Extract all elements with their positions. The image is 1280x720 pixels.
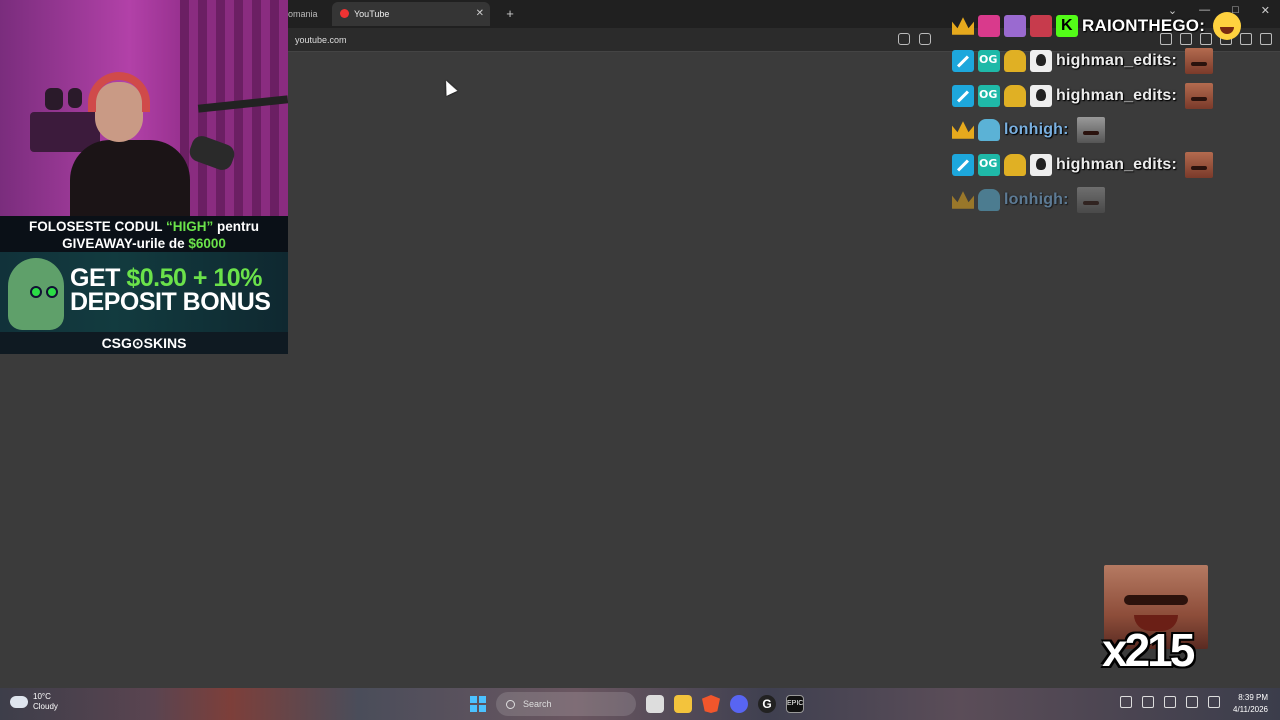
moderator-badge-icon (952, 154, 974, 176)
new-tab-button[interactable]: + (500, 4, 520, 24)
tab-partial[interactable]: omania (288, 4, 330, 24)
crown-badge-icon (952, 17, 974, 35)
microphone-tray-icon[interactable] (1164, 696, 1176, 708)
chat-message: lonhigh: (952, 115, 1105, 145)
ad-text: pentru (213, 219, 259, 234)
g-app-icon[interactable]: G (758, 695, 776, 713)
emote-icon (1185, 48, 1214, 74)
taskbar: 10°C Cloudy Search G EPIC 8:39 PM 4/11/2… (0, 688, 1280, 720)
weather-text: 10°C Cloudy (33, 692, 58, 712)
ad-code: “HIGH” (166, 219, 214, 234)
combo-count: x215 (1102, 624, 1195, 676)
menu-icon[interactable] (1260, 33, 1272, 45)
speaker-icon[interactable] (1142, 696, 1154, 708)
shield-icon[interactable] (1240, 33, 1252, 45)
task-view-icon[interactable] (646, 695, 664, 713)
cloud-icon (10, 696, 28, 708)
chat-username: highman_edits: (1056, 87, 1178, 104)
subscriber-badge-icon (1004, 50, 1026, 72)
laughing-emote-icon (1213, 12, 1242, 40)
share-icon[interactable] (919, 33, 931, 45)
chat-message: highman_edits: (952, 150, 1214, 180)
tab-close-button[interactable]: ✕ (476, 2, 484, 26)
display-icon[interactable] (1186, 696, 1198, 708)
moderator-badge-icon (952, 50, 974, 72)
close-window-button[interactable]: ✕ (1261, 4, 1270, 17)
tab-youtube[interactable]: YouTube ✕ (332, 2, 490, 26)
chat-message: RAIONTHEGO: (952, 11, 1242, 41)
og-badge-icon (978, 50, 1000, 72)
chat-username: lonhigh: (1004, 121, 1069, 138)
clock-time: 8:39 PM (1238, 693, 1268, 702)
chevron-up-icon[interactable] (1120, 696, 1132, 708)
brave-browser-icon[interactable] (702, 695, 720, 713)
weather-desc: Cloudy (33, 702, 58, 711)
search-placeholder: Search (523, 699, 552, 709)
mascot-eye (46, 286, 58, 298)
mascot-eye (30, 286, 42, 298)
search-icon (506, 699, 515, 709)
subscriber-badge-icon (1004, 85, 1026, 107)
crown-badge-icon (952, 191, 974, 209)
chat-username: lonhigh: (1004, 191, 1069, 208)
chat-message: highman_edits: (952, 46, 1214, 76)
chat-message: highman_edits: (952, 81, 1214, 111)
subscriber-badge-icon (1004, 154, 1026, 176)
sponsor-ad: FOLOSESTE CODUL “HIGH” pentru GIVEAWAY-u… (0, 216, 288, 354)
ad-headline: GET $0.50 + 10% (70, 264, 262, 292)
ad-text: FOLOSESTE CODUL (28, 219, 166, 234)
windows-start-icon[interactable] (470, 696, 486, 712)
ad-brand: CSG⊙SKINS (0, 332, 288, 354)
badge-icon (978, 15, 1000, 37)
weather-widget[interactable]: 10°C Cloudy (10, 692, 58, 712)
ad-top-text: FOLOSESTE CODUL “HIGH” pentru GIVEAWAY-u… (0, 216, 288, 252)
moderator-badge-icon (952, 85, 974, 107)
og-badge-icon (978, 154, 1000, 176)
taskbar-search[interactable]: Search (496, 692, 636, 716)
system-tray (1120, 696, 1220, 708)
ad-amount: $6000 (188, 236, 226, 251)
emote-icon (1076, 187, 1105, 213)
badge-icon (1004, 15, 1026, 37)
youtube-favicon-icon (340, 9, 349, 18)
ad-subheadline: DEPOSIT BONUS (70, 288, 271, 316)
avatar-badge-icon (1030, 154, 1052, 176)
emote-icon (1185, 83, 1214, 109)
streamer-body (70, 140, 190, 216)
volume-icon[interactable] (1208, 696, 1220, 708)
chat-username: RAIONTHEGO: (1082, 16, 1206, 35)
webcam-figure (68, 88, 82, 108)
taskbar-clock[interactable]: 8:39 PM 4/11/2026 (1233, 692, 1268, 716)
address-bar-icons (898, 33, 931, 45)
headset-icon (88, 72, 150, 112)
kick-badge-icon (1056, 15, 1078, 37)
ad-main: GET $0.50 + 10% DEPOSIT BONUS (0, 252, 288, 332)
crown-badge-icon (952, 121, 974, 139)
avatar-badge-icon (1030, 85, 1052, 107)
clock-date: 4/11/2026 (1233, 705, 1268, 714)
badge-icon (1030, 15, 1052, 37)
webcam-overlay (0, 0, 288, 216)
mascot-icon (8, 258, 64, 330)
tab-title: YouTube (354, 9, 390, 19)
chat-username: highman_edits: (1056, 52, 1178, 69)
weather-temp: 10°C (33, 692, 51, 701)
file-explorer-icon[interactable] (674, 695, 692, 713)
url-field[interactable]: youtube.com (295, 28, 347, 52)
screen: omania YouTube ✕ + ⌄ — □ ✕ youtube.com F… (0, 0, 1280, 720)
avatar-badge-icon (1030, 50, 1052, 72)
chat-username: highman_edits: (1056, 156, 1178, 173)
taskbar-apps: Search G EPIC (470, 692, 804, 716)
webcam-figure (45, 88, 63, 110)
og-badge-icon (978, 85, 1000, 107)
emote-icon (1076, 117, 1105, 143)
emote-icon (1185, 152, 1214, 178)
chat-message: lonhigh: (952, 185, 1105, 215)
discord-icon[interactable] (730, 695, 748, 713)
subscriber-badge-icon (978, 119, 1000, 141)
epic-games-icon[interactable]: EPIC (786, 695, 804, 713)
zoom-icon[interactable] (898, 33, 910, 45)
ad-text: GIVEAWAY-urile de (62, 236, 189, 251)
subscriber-badge-icon (978, 189, 1000, 211)
